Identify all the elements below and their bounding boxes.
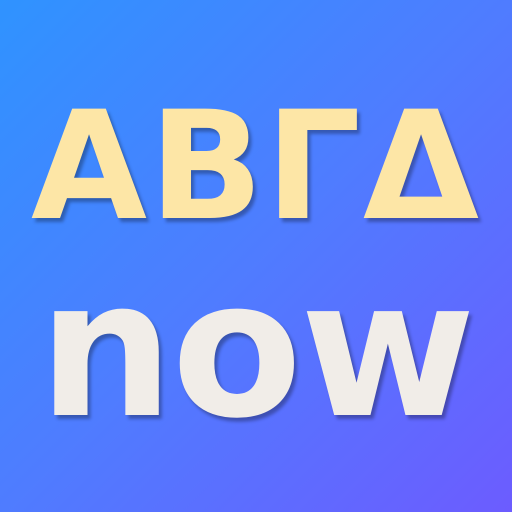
app-icon: ΑΒΓΔ now: [0, 0, 512, 512]
now-text: now: [38, 239, 475, 460]
greek-letters-text: ΑΒΓΔ: [30, 80, 482, 254]
